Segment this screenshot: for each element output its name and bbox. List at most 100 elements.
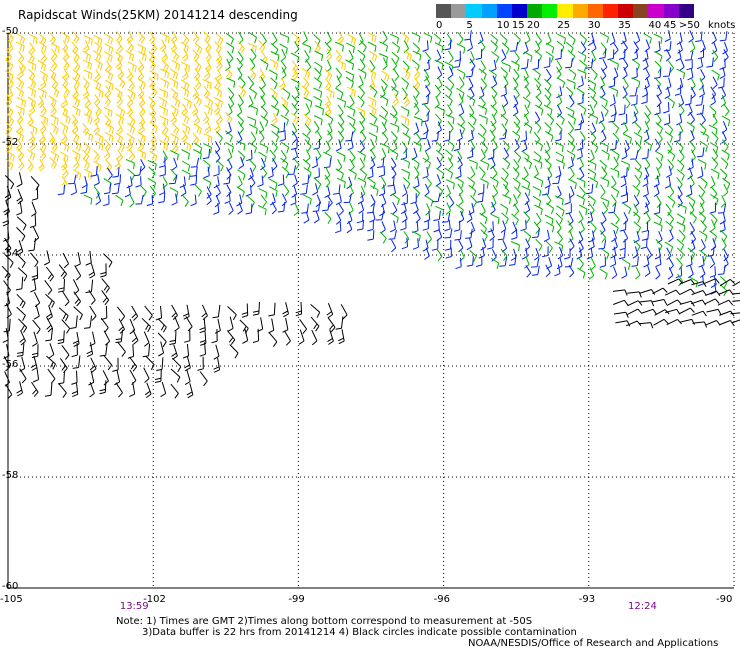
wind-barb — [140, 158, 146, 172]
wind-barb — [202, 148, 211, 160]
wind-barb — [664, 30, 671, 43]
wind-barb — [16, 293, 26, 309]
wind-barb — [676, 32, 683, 45]
wind-barb — [644, 77, 650, 90]
wind-barb — [612, 289, 628, 296]
wind-barb — [654, 76, 662, 90]
wind-barb — [403, 231, 410, 244]
wind-barb — [16, 189, 24, 205]
wind-barb — [61, 319, 71, 334]
wind-barb — [301, 85, 310, 98]
wind-barb — [214, 318, 221, 334]
wind-barb — [457, 31, 464, 45]
wind-barb — [611, 121, 620, 134]
wind-barb — [511, 221, 517, 235]
wind-barb — [587, 194, 596, 207]
wind-barb — [18, 158, 25, 171]
wind-barb — [126, 138, 133, 152]
wind-barb — [464, 30, 472, 41]
wind-barb — [115, 113, 124, 125]
wind-barb — [510, 241, 520, 251]
wind-barb — [199, 318, 206, 334]
wind-barb — [653, 33, 663, 44]
wind-barb — [467, 39, 473, 52]
wind-barb — [193, 149, 202, 160]
wind-barb — [248, 31, 257, 44]
wind-barb — [422, 40, 429, 52]
wind-barb — [268, 302, 276, 317]
wind-barb — [689, 130, 695, 143]
wind-barb — [358, 68, 367, 80]
wind-barb — [534, 176, 544, 188]
wind-barb — [491, 51, 500, 63]
wind-barb — [490, 59, 497, 72]
wind-barb — [480, 229, 488, 242]
wind-barb — [138, 31, 146, 44]
wind-barb — [664, 289, 681, 296]
wind-barb — [579, 167, 585, 181]
wind-barb — [45, 383, 53, 397]
wind-barb — [480, 203, 486, 216]
wind-barb — [445, 184, 451, 198]
wind-barb — [684, 94, 692, 106]
wind-barb — [688, 265, 694, 279]
wind-barb — [391, 51, 400, 64]
wind-barb — [643, 140, 653, 152]
wind-barb — [101, 278, 110, 293]
wind-barb — [149, 185, 156, 199]
wind-barb — [33, 304, 40, 320]
wind-barb — [435, 49, 442, 63]
wind-barb — [171, 193, 178, 206]
wind-barb — [226, 148, 233, 162]
wind-barb — [44, 280, 53, 295]
wind-barb — [15, 105, 25, 116]
wind-barb — [160, 381, 167, 398]
wind-barb — [676, 177, 683, 190]
wind-barb — [324, 41, 332, 55]
wind-barb — [523, 166, 529, 180]
wind-barb — [128, 78, 135, 91]
wind-barb — [433, 33, 442, 46]
wind-barb — [426, 231, 433, 244]
wind-barb — [369, 112, 378, 125]
wind-barb — [144, 305, 153, 321]
wind-barb — [684, 50, 694, 61]
wind-barb — [349, 94, 355, 108]
wind-barb — [601, 149, 610, 161]
wind-barb — [611, 229, 617, 243]
wind-barb — [437, 76, 443, 90]
wind-barb — [322, 201, 330, 212]
wind-barb — [111, 184, 120, 195]
wind-barb — [304, 103, 311, 116]
wind-barb — [732, 300, 740, 302]
wind-barb — [470, 166, 476, 179]
wind-barb — [169, 187, 179, 198]
wind-barb — [291, 185, 298, 198]
wind-barb — [543, 229, 550, 242]
wind-barb — [356, 106, 366, 118]
wind-barb — [16, 97, 26, 108]
wind-barb — [259, 142, 269, 154]
wind-barb — [710, 219, 716, 232]
wind-barb — [513, 50, 520, 64]
wind-barb — [160, 78, 169, 89]
wind-barb — [501, 212, 509, 225]
wind-barb — [112, 357, 119, 372]
wind-barb — [29, 138, 36, 152]
wind-barb — [547, 113, 555, 126]
wind-barb — [313, 167, 320, 179]
wind-barb — [3, 200, 10, 216]
wind-barb — [347, 33, 357, 45]
wind-barb — [271, 201, 277, 215]
wind-barb — [252, 301, 260, 316]
wind-barb — [337, 329, 345, 345]
wind-barb — [577, 75, 584, 88]
wind-barb — [630, 149, 639, 160]
wind-barb — [72, 105, 81, 117]
wind-barb — [546, 32, 552, 46]
wind-barb — [272, 158, 278, 171]
wind-barb — [424, 183, 430, 197]
wind-barb — [654, 150, 664, 162]
wind-barb — [423, 68, 430, 82]
wind-barb — [524, 201, 531, 214]
